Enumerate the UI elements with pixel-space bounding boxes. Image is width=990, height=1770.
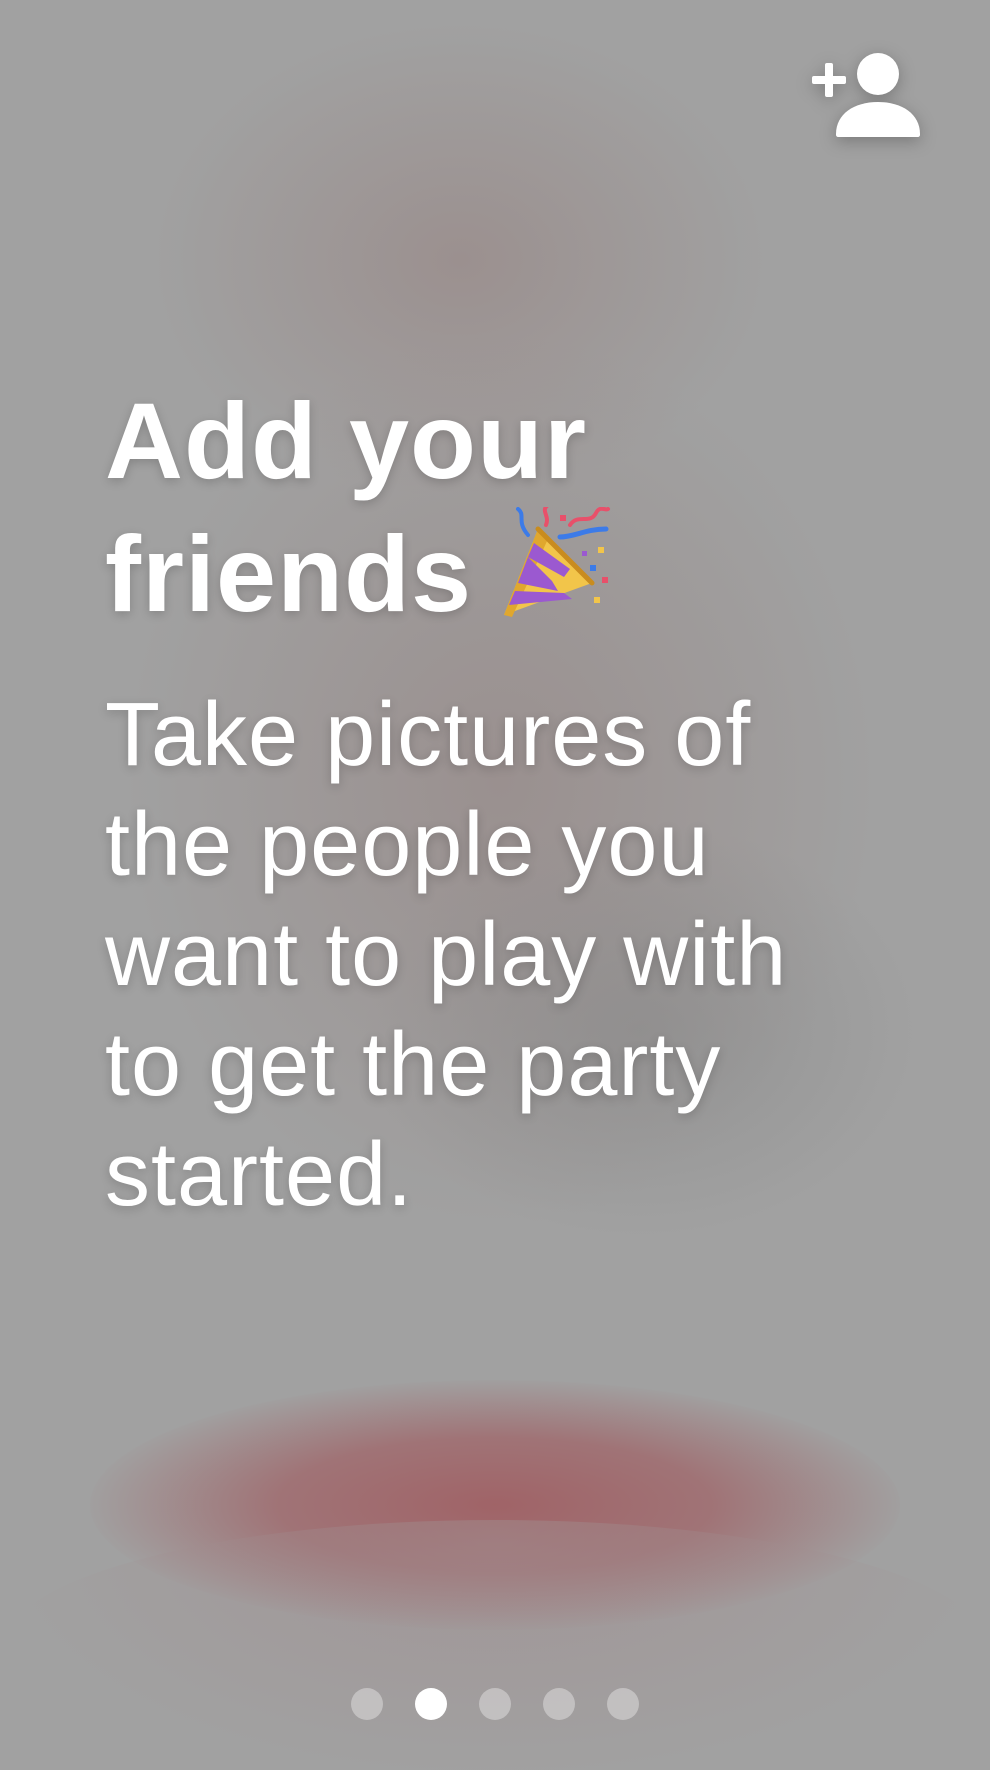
page-dot-5[interactable] bbox=[607, 1688, 639, 1720]
page-dot-4[interactable] bbox=[543, 1688, 575, 1720]
description-line: Take pictures of bbox=[105, 685, 752, 785]
page-dot-3[interactable] bbox=[479, 1688, 511, 1720]
page-dot-2-active[interactable] bbox=[415, 1688, 447, 1720]
onboarding-content: Add your friends Take pictures of the pe… bbox=[105, 375, 905, 1230]
onboarding-description: Take pictures of the people you want to … bbox=[105, 680, 905, 1230]
add-friend-button[interactable] bbox=[812, 52, 924, 142]
title-line-1: Add your bbox=[105, 380, 587, 501]
description-line: started. bbox=[105, 1125, 414, 1225]
description-line: the people you bbox=[105, 795, 710, 895]
title-line-2: friends bbox=[105, 503, 905, 640]
description-line: to get the party bbox=[105, 1015, 722, 1115]
party-popper-icon bbox=[498, 503, 614, 619]
title-line-2-text: friends bbox=[105, 513, 473, 634]
background-blur-bottom bbox=[0, 1520, 990, 1770]
page-indicator bbox=[0, 1688, 990, 1722]
description-line: want to play with bbox=[105, 905, 788, 1005]
onboarding-title: Add your friends bbox=[105, 375, 905, 640]
person-add-icon bbox=[812, 53, 920, 137]
page-dot-1[interactable] bbox=[351, 1688, 383, 1720]
